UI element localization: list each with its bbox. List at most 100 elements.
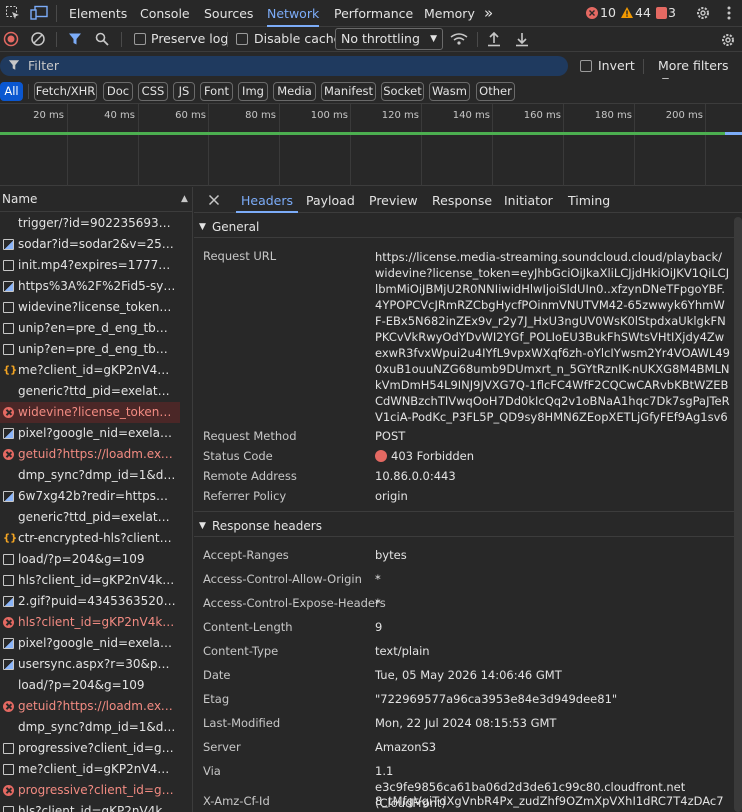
request-row-selected[interactable]: widevine?license_token=eyJ... — [0, 402, 180, 423]
error-count-icon[interactable] — [586, 7, 598, 19]
request-row[interactable]: dmp_sync?dmp_id=1&dmp... — [0, 717, 180, 738]
filter-icon — [8, 59, 20, 74]
request-list: Name ▲ trigger/?id=90223569318O9... sodar… — [0, 187, 193, 812]
document-icon — [3, 554, 14, 565]
tab-payload[interactable]: Payload — [306, 187, 355, 213]
request-row[interactable]: {} ctr-encrypted-hls?client_id... — [0, 528, 180, 549]
tab-performance[interactable]: Performance — [334, 0, 413, 27]
preserve-log-checkbox[interactable] — [134, 33, 146, 45]
request-row[interactable]: dmp_sync?dmp_id=1&dmp... — [0, 465, 180, 486]
type-filter-fetch-xhr[interactable]: Fetch/XHR — [34, 82, 97, 101]
close-icon[interactable] — [206, 192, 222, 208]
type-filter-wasm[interactable]: Wasm — [429, 82, 470, 101]
request-row[interactable]: progressive?client_id=gKP2... — [0, 780, 180, 801]
general-section-header[interactable]: ▼ General — [194, 216, 734, 238]
timeline-overview[interactable]: 20 ms 40 ms 60 ms 80 ms 100 ms 120 ms 14… — [0, 104, 742, 186]
import-har-icon[interactable] — [486, 30, 502, 48]
type-filter-css[interactable]: CSS — [138, 82, 168, 101]
request-row[interactable]: trigger/?id=90223569318O9... — [0, 213, 180, 234]
invert-checkbox[interactable] — [580, 60, 592, 72]
tab-headers[interactable]: Headers — [235, 187, 299, 213]
type-filter-manifest[interactable]: Manifest — [321, 82, 376, 101]
header-key: Referrer Policy — [203, 489, 287, 503]
throttling-select[interactable]: No throttling ▼ — [335, 28, 443, 50]
request-row[interactable]: generic?ttd_pid=exelate&tt... — [0, 381, 180, 402]
request-row[interactable]: unip?en=pre_d_eng_tb&tos... — [0, 339, 180, 360]
header-key: Etag — [203, 692, 230, 706]
request-row[interactable]: sodar?id=sodar2&v=254&t... — [0, 234, 180, 255]
type-filter-doc[interactable]: Doc — [103, 82, 133, 101]
clear-icon[interactable] — [30, 31, 46, 47]
type-filter-media[interactable]: Media — [273, 82, 316, 101]
name-column-header[interactable]: Name ▲ — [0, 187, 192, 212]
request-row[interactable]: load/?p=204&g=109 — [0, 549, 180, 570]
inspect-element-icon[interactable] — [4, 4, 22, 22]
request-url-value: https://license.media-streaming.soundclo… — [375, 250, 730, 424]
type-filter-all[interactable]: All — [0, 82, 23, 101]
request-row[interactable]: pixel?google_nid=exelate&... — [0, 423, 180, 444]
document-icon — [3, 806, 14, 812]
response-headers-section-header[interactable]: ▼ Response headers — [194, 515, 734, 537]
export-har-icon[interactable] — [514, 30, 530, 48]
request-row[interactable]: load/?p=204&g=109 — [0, 675, 180, 696]
request-row[interactable]: widevine?license_token=eyJ... — [0, 297, 180, 318]
more-options-icon[interactable] — [722, 4, 736, 22]
tab-preview[interactable]: Preview — [369, 187, 418, 213]
request-row[interactable]: pixel?google_nid=exelate&... — [0, 633, 180, 654]
request-name: ctr-encrypted-hls?client_id... — [18, 531, 176, 545]
disable-cache-checkbox[interactable] — [236, 33, 248, 45]
details-tab-bar: Headers Payload Preview Response Initiat… — [194, 187, 742, 213]
tab-console[interactable]: Console — [140, 0, 190, 27]
request-row[interactable]: getuid?https://loadm.exelat... — [0, 444, 180, 465]
network-settings-icon[interactable] — [719, 31, 737, 49]
type-filter-img[interactable]: Img — [238, 82, 268, 101]
tab-response[interactable]: Response — [432, 187, 492, 213]
request-row[interactable]: generic?ttd_pid=exelate&tt... — [0, 507, 180, 528]
request-row[interactable]: init.mp4?expires=17779974... — [0, 255, 180, 276]
search-icon[interactable] — [94, 31, 110, 47]
filter-input[interactable]: Filter — [0, 56, 568, 76]
tab-timing[interactable]: Timing — [568, 187, 610, 213]
request-row[interactable]: unip?en=pre_d_eng_tb&tos... — [0, 318, 180, 339]
request-row[interactable]: progressive?client_id=gKP2... — [0, 738, 180, 759]
request-name: unip?en=pre_d_eng_tb&tos... — [18, 321, 176, 335]
request-row[interactable]: hls?client_id=gKP2nV4k4n8... — [0, 570, 180, 591]
type-filter-other[interactable]: Other — [476, 82, 515, 101]
tab-network[interactable]: Network — [267, 0, 320, 27]
header-value: "722969577a96ca3953e84e3d949dee81" — [375, 692, 618, 706]
remote-address-value: 10.86.0.0:443 — [375, 469, 456, 483]
type-filter-font[interactable]: Font — [200, 82, 233, 101]
details-scrollbar[interactable] — [734, 217, 742, 812]
header-key: Last-Modified — [203, 716, 281, 730]
invert-label[interactable]: Invert — [598, 59, 635, 73]
request-row[interactable]: getuid?https://loadm.exelat... — [0, 696, 180, 717]
script-icon: {} — [3, 533, 18, 544]
disable-cache-label[interactable]: Disable cache — [254, 32, 341, 46]
request-row[interactable]: 6w7xg42b?redir=https%3A... — [0, 486, 180, 507]
request-row[interactable]: https%3A%2F%2Fid5-sync.c... — [0, 276, 180, 297]
timeline-tick: 140 ms — [452, 110, 490, 121]
tab-sources[interactable]: Sources — [204, 0, 253, 27]
device-toolbar-icon[interactable] — [30, 4, 48, 22]
name-column-label: Name — [2, 192, 38, 206]
network-conditions-icon[interactable] — [450, 31, 468, 47]
type-filter-socket[interactable]: Socket — [381, 82, 424, 101]
record-stop-icon[interactable] — [3, 31, 19, 47]
request-row[interactable]: hls?client_id=gKP2nV4k4n8... — [0, 801, 180, 812]
info-count-icon[interactable] — [656, 7, 667, 19]
preserve-log-label[interactable]: Preserve log — [151, 32, 228, 46]
request-row[interactable]: me?client_id=gKP2nV4k4n8... — [0, 759, 180, 780]
settings-gear-icon[interactable] — [694, 4, 712, 22]
request-row[interactable]: hls?client_id=gKP2nV4k4n8... — [0, 612, 180, 633]
type-filter-js[interactable]: JS — [173, 82, 195, 101]
more-tabs-button[interactable]: » — [484, 0, 493, 27]
request-row[interactable]: {}me?client_id=gKP2nV4k4n8... — [0, 360, 180, 381]
filter-funnel-icon[interactable] — [67, 31, 83, 47]
tab-elements[interactable]: Elements — [69, 0, 127, 27]
warning-count-icon[interactable] — [620, 6, 634, 19]
header-key: Remote Address — [203, 469, 297, 483]
tab-memory[interactable]: Memory — [424, 0, 475, 27]
request-row[interactable]: 2.gif?puid=4345363520671... — [0, 591, 180, 612]
tab-initiator[interactable]: Initiator — [504, 187, 553, 213]
request-row[interactable]: usersync.aspx?r=30&p=59... — [0, 654, 180, 675]
